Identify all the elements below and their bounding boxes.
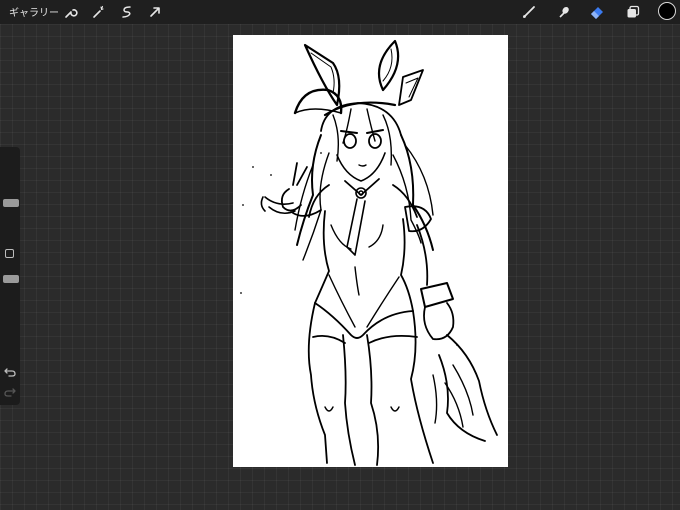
opacity-thumb[interactable]: [3, 275, 19, 283]
top-toolbar: ギャラリー: [0, 0, 680, 24]
layers-icon[interactable]: [625, 4, 641, 20]
left-sidebar: [0, 147, 20, 405]
eraser-icon[interactable]: [589, 4, 605, 20]
transform-arrow-icon[interactable]: [147, 4, 163, 20]
gallery-button[interactable]: ギャラリー: [9, 4, 59, 19]
brush-icon[interactable]: [521, 4, 537, 20]
sketch-artwork: [240, 39, 498, 466]
color-swatch[interactable]: [658, 2, 676, 20]
undo-icon[interactable]: [3, 365, 17, 379]
selection-icon[interactable]: [119, 4, 135, 20]
modify-square-icon[interactable]: [5, 249, 14, 258]
brush-size-thumb[interactable]: [3, 199, 19, 207]
wrench-icon[interactable]: [62, 4, 78, 20]
brush-size-slider[interactable]: [2, 151, 19, 243]
smudge-icon[interactable]: [555, 4, 571, 20]
drawing-canvas[interactable]: [233, 35, 508, 467]
opacity-slider[interactable]: [2, 267, 19, 359]
redo-icon[interactable]: [3, 385, 17, 399]
magic-wand-icon[interactable]: [90, 4, 106, 20]
